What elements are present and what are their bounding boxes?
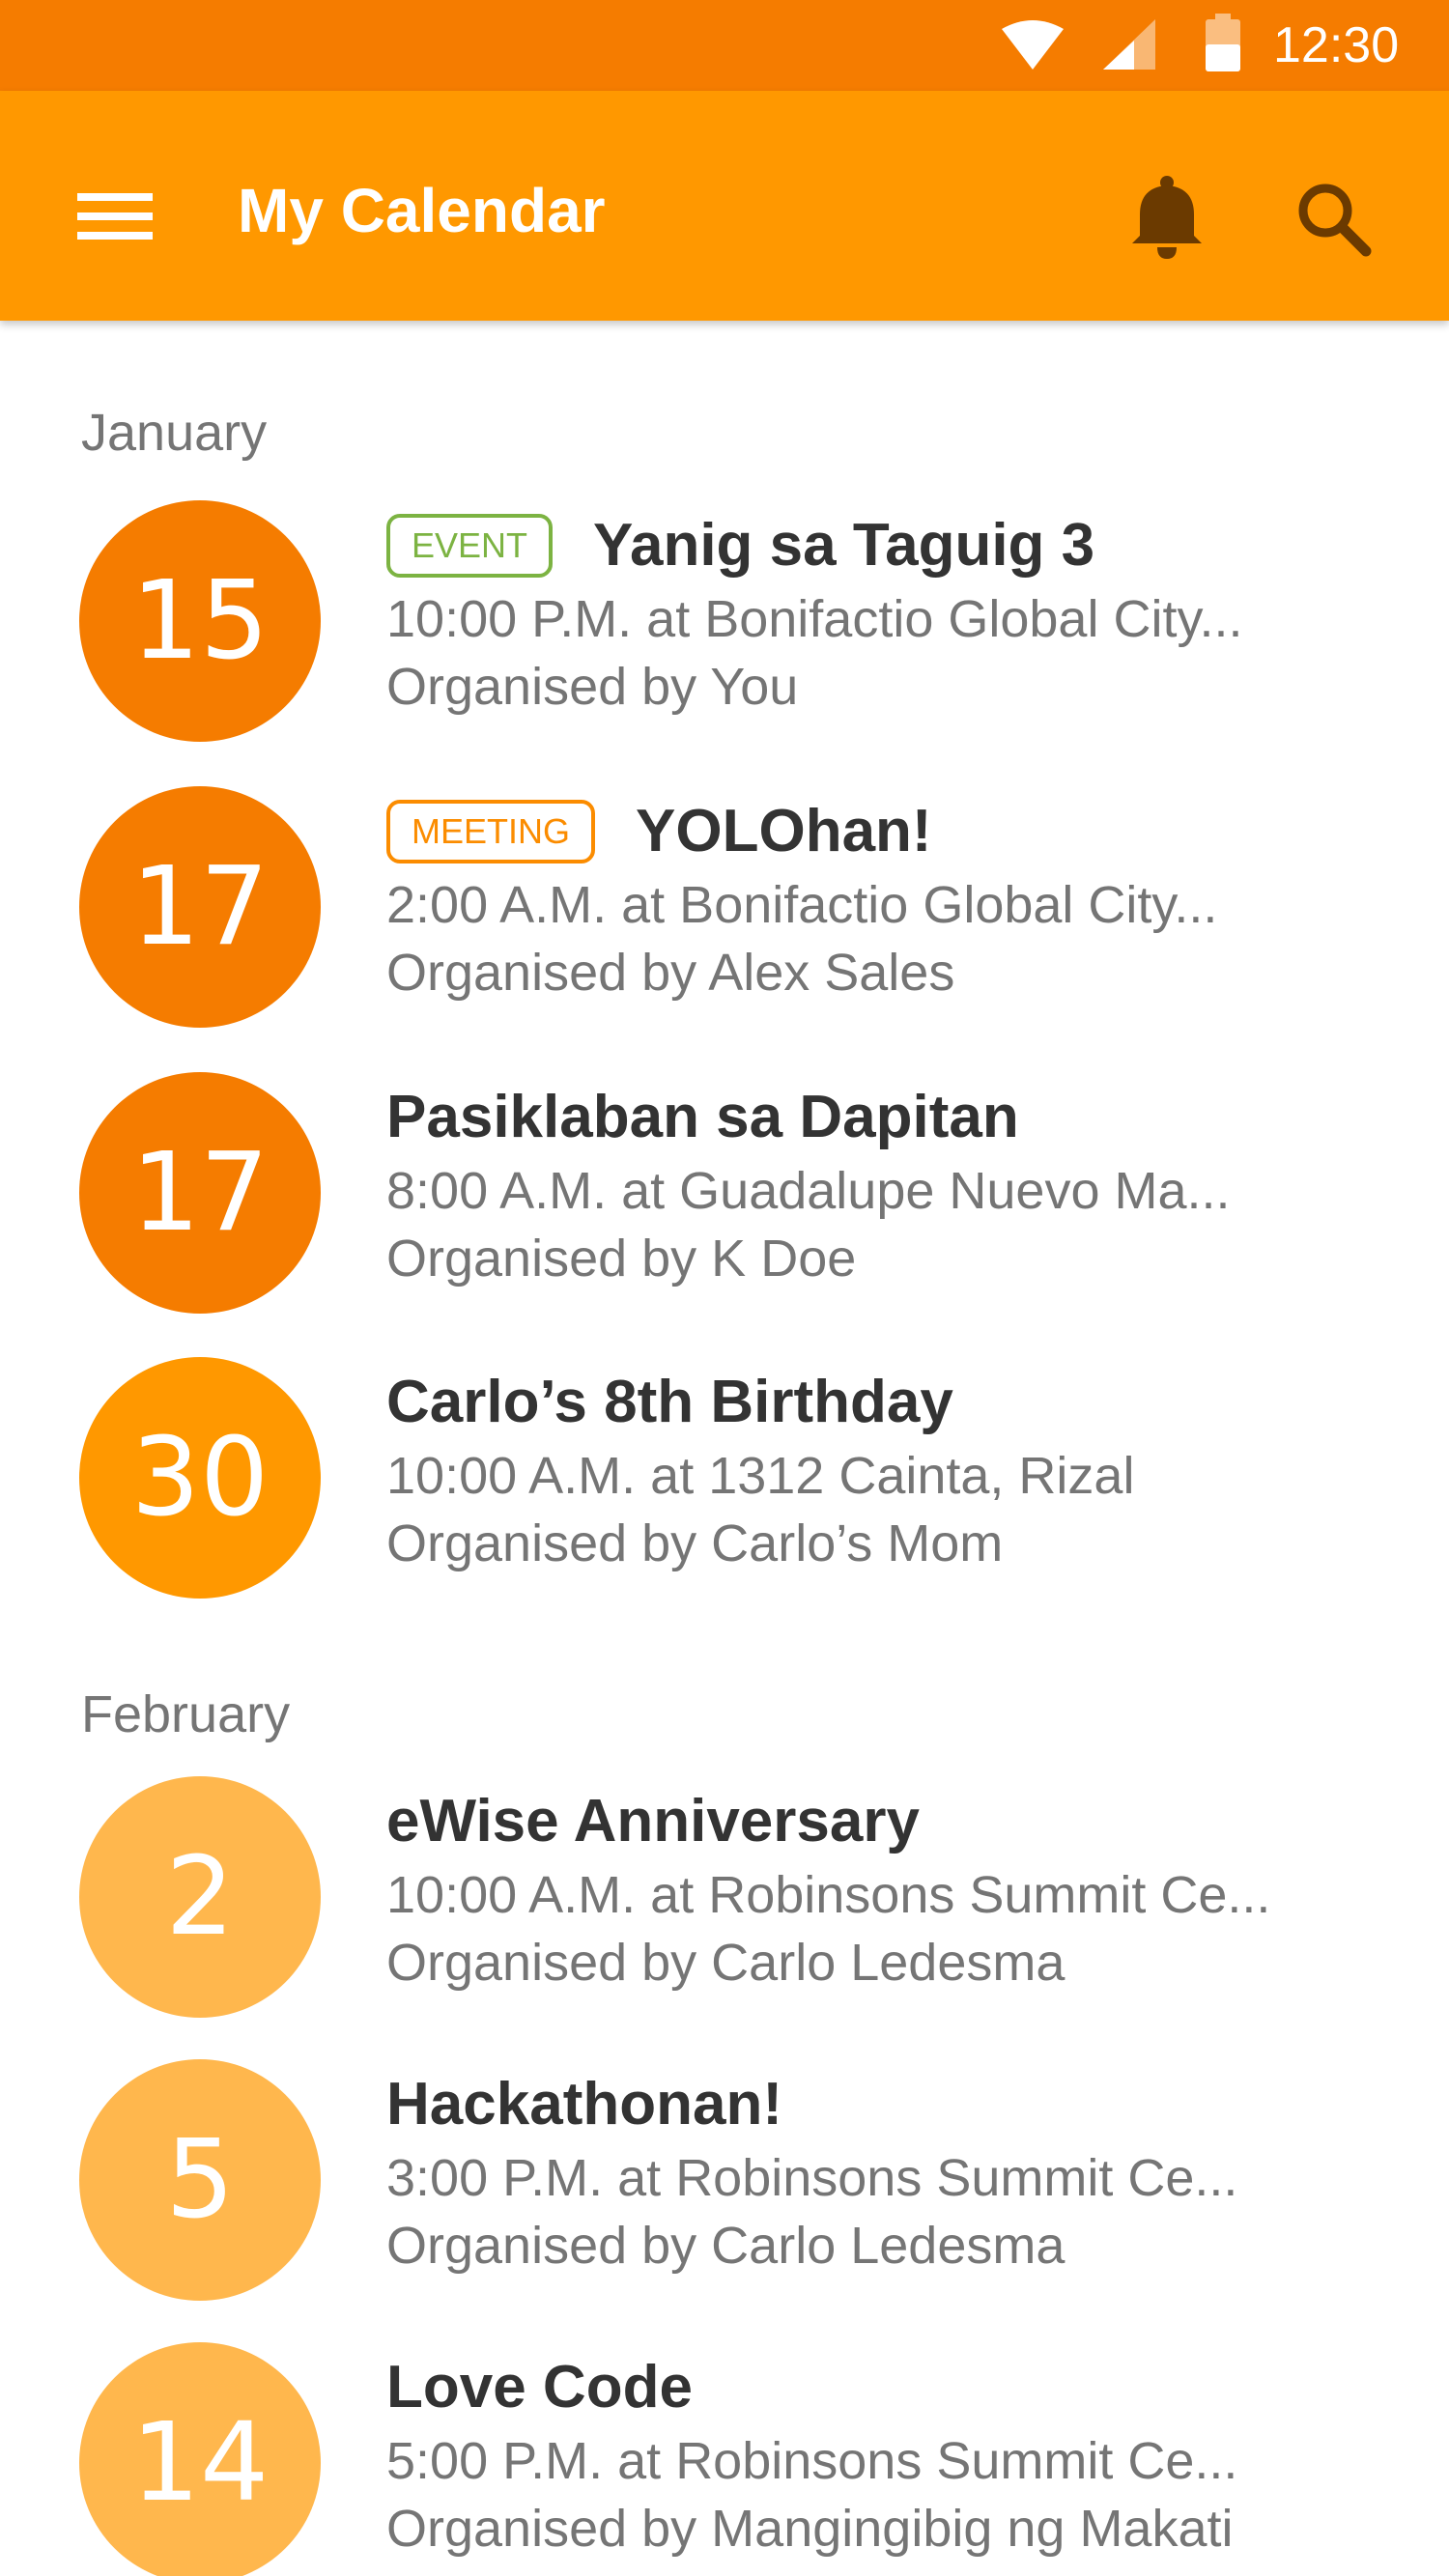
status-time: 12:30 [1273, 17, 1400, 73]
event-item[interactable]: 5 Hackathonan! 3:00 P.M. at Robinsons Su… [0, 2059, 1449, 2330]
date-badge: 17 [79, 1072, 321, 1314]
event-time-location: 10:00 A.M. at 1312 Cainta, Rizal [386, 1447, 1135, 1505]
event-item[interactable]: 17 MEETING YOLOhan! 2:00 A.M. at Bonifact… [0, 786, 1449, 1057]
event-title: Pasiklaban sa Dapitan [386, 1084, 1019, 1150]
event-organiser: Organised by Mangingibig ng Makati [386, 2500, 1234, 2558]
event-time-location: 10:00 P.M. at Bonifactio Global City... [386, 590, 1243, 648]
calendar-screen: 12:30 My Calendar January 15 EVENT Yanig … [0, 0, 1449, 2576]
event-time-location: 5:00 P.M. at Robinsons Summit Ce... [386, 2432, 1238, 2490]
event-title: eWise Anniversary [386, 1788, 920, 1854]
event-title: Hackathonan! [386, 2071, 782, 2137]
month-header-february: February [81, 1685, 291, 1743]
event-title-line: Love Code [386, 2350, 693, 2425]
wifi-icon [1002, 20, 1064, 70]
battery-icon [1206, 14, 1240, 71]
event-title-line: Carlo’s 8th Birthday [386, 1365, 953, 1440]
date-badge: 5 [79, 2059, 321, 2301]
event-title-line: Pasiklaban sa Dapitan [386, 1080, 1019, 1155]
status-bar: 12:30 [0, 0, 1449, 91]
signal-icon [1103, 19, 1155, 70]
event-title: YOLOhan! [636, 798, 932, 864]
app-bar: My Calendar [0, 91, 1449, 321]
event-time-location: 2:00 A.M. at Bonifactio Global City... [386, 876, 1218, 934]
event-item[interactable]: 17 Pasiklaban sa Dapitan 8:00 A.M. at Gu… [0, 1072, 1449, 1343]
date-badge: 2 [79, 1776, 321, 2018]
page-title: My Calendar [238, 176, 606, 245]
event-organiser: Organised by Alex Sales [386, 944, 955, 1002]
event-list: January 15 EVENT Yanig sa Taguig 3 10:00 … [0, 321, 1449, 2576]
event-title: Carlo’s 8th Birthday [386, 1369, 953, 1435]
event-item[interactable]: 30 Carlo’s 8th Birthday 10:00 A.M. at 13… [0, 1357, 1449, 1628]
event-time-location: 8:00 A.M. at Guadalupe Nuevo Ma... [386, 1162, 1231, 1220]
event-title-line: Hackathonan! [386, 2067, 782, 2142]
date-badge: 30 [79, 1357, 321, 1599]
menu-icon[interactable] [77, 189, 155, 243]
event-organiser: Organised by Carlo’s Mom [386, 1514, 1004, 1572]
event-title: Love Code [386, 2354, 693, 2420]
event-tag: EVENT [386, 514, 554, 578]
event-title-line: MEETING YOLOhan! [386, 794, 932, 869]
meeting-tag: MEETING [386, 800, 596, 863]
bell-icon[interactable] [1128, 174, 1206, 259]
date-badge: 17 [79, 786, 321, 1028]
date-badge: 15 [79, 500, 321, 742]
event-title: Yanig sa Taguig 3 [593, 512, 1095, 579]
event-organiser: Organised by Carlo Ledesma [386, 2217, 1065, 2275]
event-title-line: EVENT Yanig sa Taguig 3 [386, 508, 1094, 583]
event-title-line: eWise Anniversary [386, 1784, 920, 1859]
month-header-january: January [81, 404, 268, 462]
search-icon[interactable] [1294, 180, 1372, 257]
event-item[interactable]: 15 EVENT Yanig sa Taguig 3 10:00 P.M. at … [0, 500, 1449, 771]
event-organiser: Organised by K Doe [386, 1230, 857, 1288]
event-time-location: 10:00 A.M. at Robinsons Summit Ce... [386, 1866, 1271, 1924]
event-organiser: Organised by You [386, 658, 799, 716]
event-organiser: Organised by Carlo Ledesma [386, 1934, 1065, 1992]
date-badge: 14 [79, 2342, 321, 2576]
event-item[interactable]: 2 eWise Anniversary 10:00 A.M. at Robins… [0, 1776, 1449, 2047]
event-item[interactable]: 14 Love Code 5:00 P.M. at Robinsons Summ… [0, 2342, 1449, 2576]
event-time-location: 3:00 P.M. at Robinsons Summit Ce... [386, 2149, 1238, 2207]
